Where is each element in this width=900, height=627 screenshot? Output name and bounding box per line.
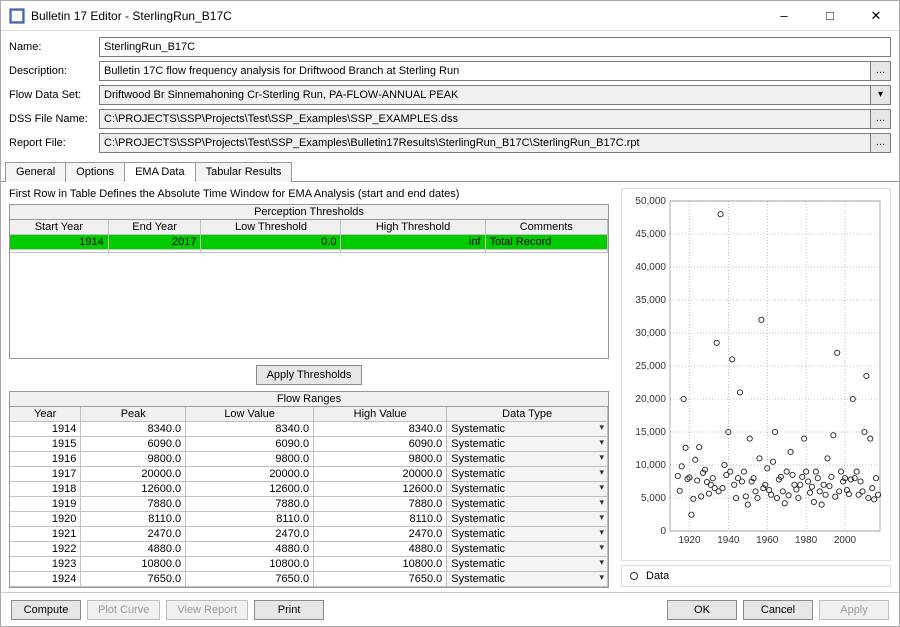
flow-row[interactable]: 19169800.09800.09800.0Systematic xyxy=(10,452,608,467)
svg-text:40,000: 40,000 xyxy=(635,262,666,273)
data-type-cell[interactable]: Systematic xyxy=(447,557,608,572)
svg-text:50,000: 50,000 xyxy=(635,196,666,207)
data-type-cell[interactable]: Systematic xyxy=(447,422,608,437)
plot-curve-button[interactable]: Plot Curve xyxy=(87,600,160,620)
data-type-cell[interactable]: Systematic xyxy=(447,527,608,542)
name-input[interactable] xyxy=(99,37,891,57)
flow-row[interactable]: 19212470.02470.02470.0Systematic xyxy=(10,527,608,542)
flow-row[interactable]: 19197880.07880.07880.0Systematic xyxy=(10,497,608,512)
svg-text:2000: 2000 xyxy=(834,535,857,546)
maximize-button[interactable]: □ xyxy=(807,1,853,31)
data-type-cell[interactable]: Systematic xyxy=(447,452,608,467)
flow-data-set-dropdown-icon[interactable]: ▾ xyxy=(871,85,891,105)
perception-row[interactable]: 191420170.0infTotal Record xyxy=(10,235,608,250)
svg-text:30,000: 30,000 xyxy=(635,328,666,339)
dss-file-label: DSS File Name: xyxy=(9,113,99,125)
svg-text:15,000: 15,000 xyxy=(635,427,666,438)
flow-row[interactable]: 192512700.012700.012700.0Systematic xyxy=(10,587,608,589)
svg-text:5,000: 5,000 xyxy=(641,493,666,504)
flow-scatter-chart: 0 5,000 10,000 15,000 20,000 25,000 30,000 35,0… xyxy=(621,188,891,561)
svg-text:1960: 1960 xyxy=(756,535,779,546)
data-type-cell[interactable]: Systematic xyxy=(447,542,608,557)
flow-data-set-label: Flow Data Set: xyxy=(9,89,99,101)
flow-row[interactable]: 19156090.06090.06090.0Systematic xyxy=(10,437,608,452)
app-icon xyxy=(9,8,25,24)
svg-text:0: 0 xyxy=(660,526,666,537)
description-input[interactable] xyxy=(99,61,871,81)
apply-button[interactable]: Apply xyxy=(819,600,889,620)
svg-text:20,000: 20,000 xyxy=(635,394,666,405)
report-file-input[interactable] xyxy=(99,133,871,153)
flow-data-set-select[interactable] xyxy=(99,85,871,105)
svg-text:45,000: 45,000 xyxy=(635,229,666,240)
flow-row[interactable]: 19247650.07650.07650.0Systematic xyxy=(10,572,608,587)
print-button[interactable]: Print xyxy=(254,600,324,620)
tab-ema-data[interactable]: EMA Data xyxy=(124,162,196,182)
perception-header: End Year xyxy=(108,220,201,235)
svg-text:1980: 1980 xyxy=(795,535,818,546)
flow-ranges-group-title: Flow Ranges xyxy=(9,391,609,406)
report-file-label: Report File: xyxy=(9,137,99,149)
report-file-ellipsis-button[interactable]: … xyxy=(871,133,891,153)
perception-header: High Threshold xyxy=(341,220,485,235)
flow-header: High Value xyxy=(314,407,447,422)
legend-marker-icon xyxy=(630,572,638,580)
flow-row[interactable]: 19208110.08110.08110.0Systematic xyxy=(10,512,608,527)
flow-header: Low Value xyxy=(186,407,314,422)
legend-label: Data xyxy=(646,570,669,582)
flow-header: Data Type xyxy=(447,407,608,422)
flow-row[interactable]: 191720000.020000.020000.0Systematic xyxy=(10,467,608,482)
data-type-cell[interactable]: Systematic xyxy=(447,512,608,527)
ema-hint-text: First Row in Table Defines the Absolute … xyxy=(9,188,609,200)
chart-legend: Data xyxy=(621,565,891,587)
data-type-cell[interactable]: Systematic xyxy=(447,437,608,452)
data-type-cell[interactable]: Systematic xyxy=(447,572,608,587)
dss-file-ellipsis-button[interactable]: … xyxy=(871,109,891,129)
cancel-button[interactable]: Cancel xyxy=(743,600,813,620)
svg-text:1920: 1920 xyxy=(678,535,701,546)
bottom-button-bar: Compute Plot Curve View Report Print OK … xyxy=(1,592,899,626)
data-type-cell[interactable]: Systematic xyxy=(447,587,608,589)
description-label: Description: xyxy=(9,65,99,77)
tab-options[interactable]: Options xyxy=(65,162,125,182)
perception-table[interactable]: Start YearEnd YearLow ThresholdHigh Thre… xyxy=(9,219,609,359)
svg-text:10,000: 10,000 xyxy=(635,460,666,471)
window-title: Bulletin 17 Editor - SterlingRun_B17C xyxy=(31,9,761,23)
dss-file-input[interactable] xyxy=(99,109,871,129)
description-ellipsis-button[interactable]: … xyxy=(871,61,891,81)
apply-thresholds-button[interactable]: Apply Thresholds xyxy=(256,365,363,385)
titlebar: Bulletin 17 Editor - SterlingRun_B17C – … xyxy=(1,1,899,31)
data-type-cell[interactable]: Systematic xyxy=(447,467,608,482)
tab-strip: GeneralOptionsEMA DataTabular Results xyxy=(1,161,899,181)
flow-header: Peak xyxy=(81,407,186,422)
flow-header: Year xyxy=(10,407,81,422)
tab-general[interactable]: General xyxy=(5,162,66,182)
svg-text:25,000: 25,000 xyxy=(635,361,666,372)
perception-group-title: Perception Thresholds xyxy=(9,204,609,219)
compute-button[interactable]: Compute xyxy=(11,600,81,620)
tab-tabular-results[interactable]: Tabular Results xyxy=(195,162,293,182)
perception-header: Start Year xyxy=(10,220,108,235)
name-label: Name: xyxy=(9,41,99,53)
view-report-button[interactable]: View Report xyxy=(166,600,248,620)
flow-row[interactable]: 191812600.012600.012600.0Systematic xyxy=(10,482,608,497)
flow-row[interactable]: 19148340.08340.08340.0Systematic xyxy=(10,422,608,437)
ok-button[interactable]: OK xyxy=(667,600,737,620)
flow-row[interactable]: 19224880.04880.04880.0Systematic xyxy=(10,542,608,557)
svg-text:35,000: 35,000 xyxy=(635,295,666,306)
flow-row[interactable]: 192310800.010800.010800.0Systematic xyxy=(10,557,608,572)
minimize-button[interactable]: – xyxy=(761,1,807,31)
data-type-cell[interactable]: Systematic xyxy=(447,482,608,497)
svg-text:1940: 1940 xyxy=(717,535,740,546)
app-window: Bulletin 17 Editor - SterlingRun_B17C – … xyxy=(0,0,900,627)
flow-ranges-table[interactable]: YearPeakLow ValueHigh ValueData Type1914… xyxy=(9,406,609,588)
form-area: Name: Description: … Flow Data Set: ▾ DS… xyxy=(1,31,899,159)
perception-row[interactable] xyxy=(10,250,608,253)
perception-header: Comments xyxy=(485,220,607,235)
perception-header: Low Threshold xyxy=(201,220,341,235)
ema-data-panel: First Row in Table Defines the Absolute … xyxy=(1,181,899,592)
close-button[interactable]: ✕ xyxy=(853,1,899,31)
data-type-cell[interactable]: Systematic xyxy=(447,497,608,512)
